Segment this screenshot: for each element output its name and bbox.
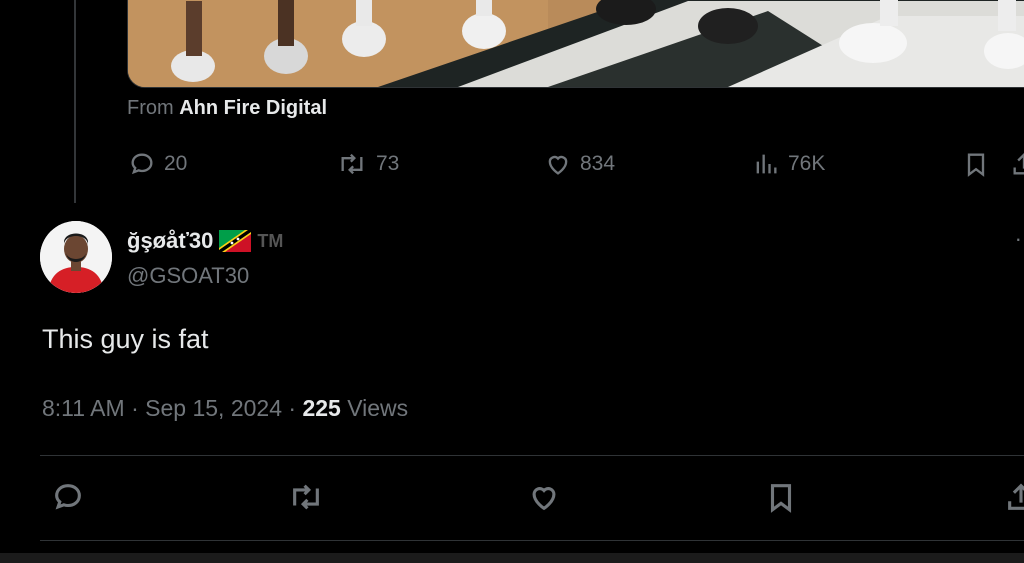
bottom-scrollbar-strip: [0, 553, 1024, 563]
heart-icon: [548, 155, 568, 175]
tweet-meta: 8:11 AM · Sep 15, 2024 · 225 Views: [42, 395, 408, 422]
like-count: 834: [580, 152, 616, 175]
avatar[interactable]: [40, 221, 112, 293]
source-name[interactable]: Ahn Fire Digital: [179, 97, 327, 119]
share-icon: [1013, 153, 1024, 175]
repost-icon[interactable]: [286, 480, 326, 514]
like-action[interactable]: 834: [544, 150, 615, 178]
bookmark-icon[interactable]: [764, 480, 798, 514]
tweet-media-image[interactable]: [127, 0, 1024, 88]
share-icon[interactable]: [1004, 480, 1024, 514]
heart-icon[interactable]: [527, 480, 561, 514]
reply-count: 20: [164, 152, 188, 175]
tweet-time[interactable]: 8:11 AM: [42, 395, 125, 421]
views-count: 76K: [788, 152, 826, 175]
tweet-views-count: 225: [302, 395, 341, 421]
tweet-text: This guy is fat: [42, 324, 209, 354]
reply-icon: [131, 153, 153, 175]
bookmark-icon: [967, 153, 985, 177]
repost-icon: [341, 153, 363, 175]
bookmark-action[interactable]: [962, 150, 990, 178]
tweet-date[interactable]: Sep 15, 2024: [145, 395, 282, 421]
divider: [40, 455, 1024, 456]
thread-connector-line: [74, 0, 76, 203]
user-display-name[interactable]: ğşøåť30: [127, 228, 213, 254]
meta-separator: ·: [288, 395, 297, 421]
meta-separator: ·: [131, 395, 139, 421]
user-handle[interactable]: @GSOAT30: [127, 263, 249, 289]
user-display-name-row[interactable]: ğşøåť30 TM: [127, 228, 283, 254]
source-prefix: From: [127, 97, 174, 119]
share-action[interactable]: [1010, 150, 1024, 178]
tweet-views-label: Views: [347, 395, 409, 421]
reply-icon[interactable]: [51, 480, 85, 514]
repost-count: 73: [376, 152, 400, 175]
reply-action[interactable]: 20: [128, 150, 187, 178]
media-source-attribution[interactable]: From Ahn Fire Digital: [127, 97, 327, 120]
saint-kitts-and-nevis-flag-icon: [219, 230, 252, 252]
trademark-badge: TM: [257, 230, 284, 251]
analytics-icon: [756, 154, 777, 174]
divider: [40, 540, 1024, 541]
repost-action[interactable]: 73: [336, 150, 399, 178]
views-action[interactable]: 76K: [752, 150, 825, 178]
more-options-button[interactable]: ·: [1015, 226, 1022, 252]
